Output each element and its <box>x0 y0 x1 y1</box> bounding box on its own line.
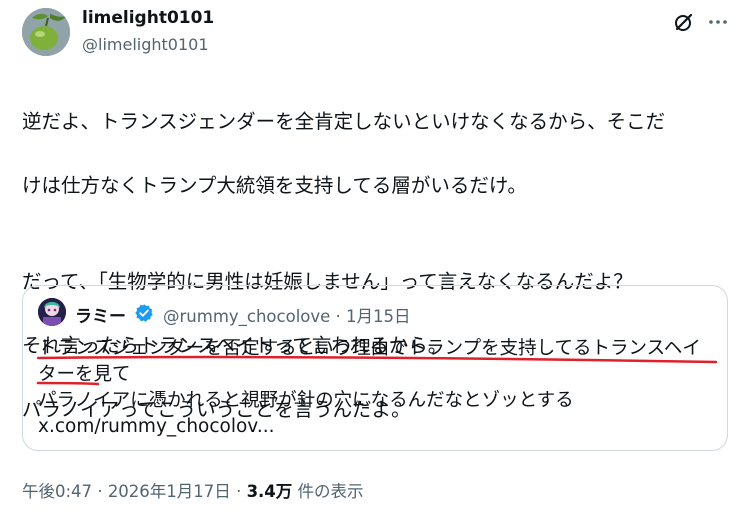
post-date[interactable]: 2026年1月17日 <box>108 482 231 501</box>
views-count: 3.4万 <box>246 482 293 501</box>
quoted-line: パラノイアに憑かれると視野が針の穴になるんだなとゾッとする <box>38 390 574 411</box>
tweet-line: けは仕方なくトランプ大統領を支持してる層がいるだけ。 <box>22 174 527 197</box>
quoted-line: ターを見て <box>38 364 131 385</box>
tweet-footer: 午後0:47 · 2026年1月17日 · 3.4万 件の表示 <box>22 478 364 502</box>
avatar[interactable] <box>22 8 70 56</box>
author-display-name[interactable]: limelight0101 <box>82 8 214 28</box>
verified-badge-icon <box>135 304 153 322</box>
footer-separator: · <box>236 482 242 501</box>
lime-fruit-icon <box>22 8 70 56</box>
quoted-avatar[interactable] <box>38 298 66 326</box>
footer-separator: · <box>97 482 103 501</box>
quoted-meta: @rummy_chocolove · 1月15日 <box>163 303 411 327</box>
quoted-handle[interactable]: @rummy_chocolove <box>163 307 330 326</box>
more-icon[interactable] <box>706 10 730 34</box>
quoted-tweet-card[interactable]: ラミー @rummy_chocolove · 1月15日 トランスジェンダーを否… <box>22 285 728 451</box>
quoted-display-name[interactable]: ラミー <box>75 302 126 327</box>
quoted-text: トランスジェンダーを否定するという理由でトランプを支持してるトランスヘイ ターを… <box>38 336 728 440</box>
quoted-date[interactable]: 1月15日 <box>346 307 411 326</box>
views-label: 件の表示 <box>297 482 364 501</box>
tweet-line: 逆だよ、トランスジェンダーを全肯定しないといけなくなるから、そこだ <box>22 110 666 133</box>
quoted-line: トランスジェンダーを否定するという理由でトランプを支持してるトランスヘイ <box>38 338 701 359</box>
author-handle[interactable]: @limelight0101 <box>82 35 209 54</box>
quoted-link[interactable]: x.com/rummy_chocolov... <box>38 416 274 437</box>
grok-icon[interactable] <box>672 10 696 34</box>
meta-separator: · <box>335 307 341 326</box>
anime-avatar-icon <box>38 298 66 326</box>
post-time[interactable]: 午後0:47 <box>22 482 92 501</box>
